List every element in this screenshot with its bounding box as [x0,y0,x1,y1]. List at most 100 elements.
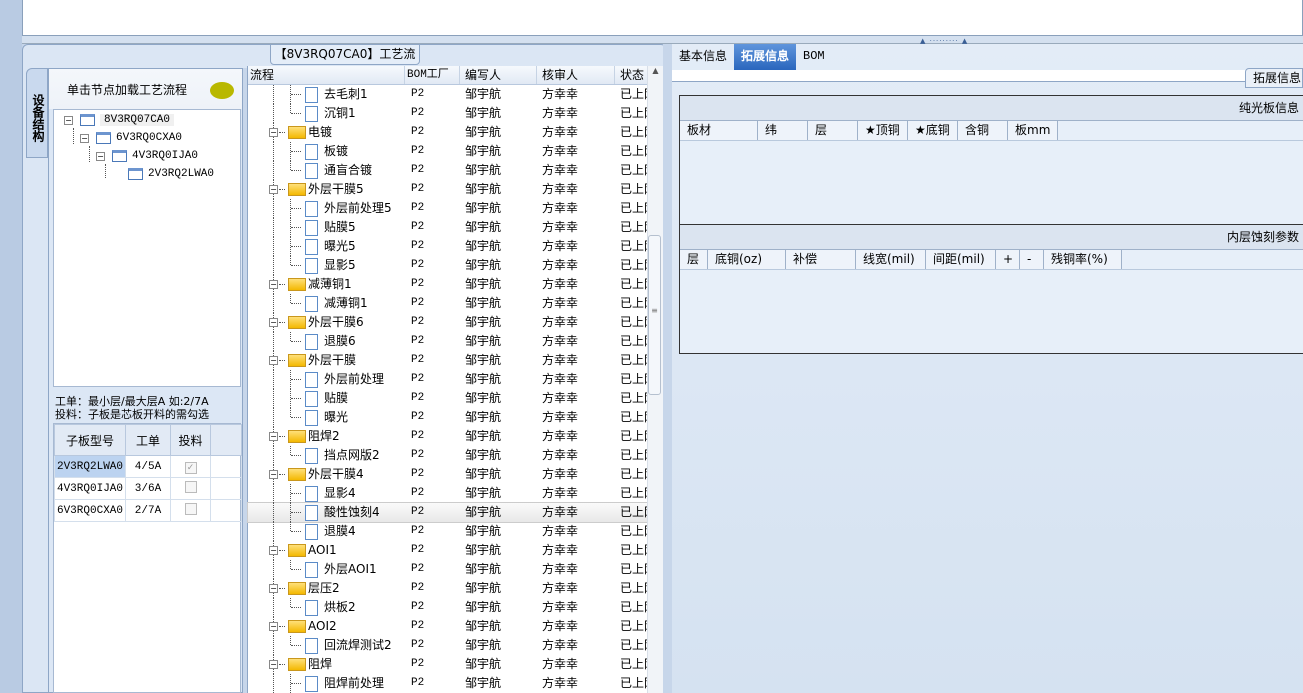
collapse-icon[interactable]: − [269,432,278,441]
bare-board-col-header[interactable]: ★顶铜 [858,121,908,140]
col-header-status[interactable]: 状态 [615,66,649,84]
collapse-icon[interactable]: − [269,470,278,479]
vertical-splitter[interactable] [663,44,672,693]
bare-board-col-header[interactable]: ★底铜 [908,121,958,140]
flow-row[interactable]: 外层AOI1 P2 邹宇航 方幸幸 已上网 [248,560,663,579]
flow-row[interactable]: 退膜4 P2 邹宇航 方幸幸 已上网 [248,522,663,541]
reviewer-cell: 方幸幸 [542,182,579,196]
flow-row[interactable]: 贴膜5 P2 邹宇航 方幸幸 已上网 [248,218,663,237]
status-cell: 已上网 [620,448,649,462]
collapse-icon[interactable]: − [269,185,278,194]
flow-row[interactable]: − 外层干膜5 P2 邹宇航 方幸幸 已上网 [248,180,663,199]
flow-row[interactable]: 板镀 P2 邹宇航 方幸幸 已上网 [248,142,663,161]
flow-row[interactable]: 外层前处理5 P2 邹宇航 方幸幸 已上网 [248,199,663,218]
inner-etch-col-header[interactable]: 残铜率(%) [1044,250,1122,269]
flow-row[interactable]: − 阻焊 P2 邹宇航 方幸幸 已上网 [248,655,663,674]
flow-row[interactable]: 显影4 P2 邹宇航 方幸幸 已上网 [248,484,663,503]
tab-extended-info[interactable]: 拓展信息 [734,44,797,70]
inner-etch-col-header[interactable]: - [1020,250,1044,269]
feed-checkbox[interactable] [184,503,197,515]
tree-node[interactable]: −6V3RQ0CXA0 [80,129,182,147]
reviewer-cell: 方幸幸 [542,410,579,424]
flow-row[interactable]: 去毛刺1 P2 邹宇航 方幸幸 已上网 [248,85,663,104]
tree-node[interactable]: −4V3RQ0IJA0 [96,147,198,165]
flow-row[interactable]: 曝光 P2 邹宇航 方幸幸 已上网 [248,408,663,427]
status-cell: 已上网 [620,201,649,215]
tree-node[interactable]: −8V3RQ07CA0 [64,111,175,129]
flow-row[interactable]: 沉铜1 P2 邹宇航 方幸幸 已上网 [248,104,663,123]
flow-row[interactable]: 回流焊测试2 P2 邹宇航 方幸幸 已上网 [248,636,663,655]
collapse-icon[interactable]: − [269,280,278,289]
writer-cell: 邹宇航 [465,239,502,253]
collapse-icon[interactable]: − [269,356,278,365]
flow-row[interactable]: − 电镀 P2 邹宇航 方幸幸 已上网 [248,123,663,142]
flow-row[interactable]: 酸性蚀刻4 P2 邹宇航 方幸幸 已上网 [247,502,664,523]
inner-etch-col-header[interactable]: 间距(mil) [926,250,996,269]
flow-row[interactable]: − 外层干膜6 P2 邹宇航 方幸幸 已上网 [248,313,663,332]
horizontal-splitter[interactable] [22,36,1303,44]
inner-etch-col-header[interactable]: 补偿 [786,250,856,269]
feed-checkbox[interactable]: ✓ [184,462,197,474]
flow-row[interactable]: − 阻焊2 P2 邹宇航 方幸幸 已上网 [248,427,663,446]
flow-row[interactable]: 烘板2 P2 邹宇航 方幸幸 已上网 [248,598,663,617]
tree-node[interactable]: 2V3RQ2LWA0 [112,165,214,183]
inner-etch-col-header[interactable]: 底铜(oz) [708,250,786,269]
col-header-factory[interactable]: BOM工厂 [405,66,460,84]
flow-tab-title[interactable]: 【8V3RQ07CA0】工艺流程 [270,44,420,80]
flow-row[interactable]: 外层前处理 P2 邹宇航 方幸幸 已上网 [248,370,663,389]
collapse-icon[interactable]: − [269,318,278,327]
collapse-icon[interactable]: − [96,151,105,161]
tab-basic-info[interactable]: 基本信息 [672,44,734,70]
inner-etch-col-header[interactable]: 线宽(mil) [856,250,926,269]
collapse-icon[interactable]: − [269,622,278,631]
flow-step-cell: 外层前处理 [248,370,405,389]
col-header[interactable]: 工单 [125,424,171,456]
extended-info-subtab[interactable]: 拓展信息 [1245,68,1303,88]
factory-cell: P2 [411,506,425,518]
inner-etch-col-header[interactable]: + [996,250,1020,269]
flow-row[interactable]: 减薄铜1 P2 邹宇航 方幸幸 已上网 [248,294,663,313]
bare-board-col-header[interactable]: 含铜 [958,121,1008,140]
flow-row[interactable]: 曝光5 P2 邹宇航 方幸幸 已上网 [248,237,663,256]
scrollbar-thumb[interactable]: ≡ [648,235,661,395]
subboard-row[interactable]: 6V3RQ0CXA0 2/7A [54,499,242,522]
tab-equipment-structure[interactable]: 设备结构 [26,68,48,158]
collapse-icon[interactable]: − [269,584,278,593]
bare-board-col-header[interactable]: 板mm [1008,121,1058,140]
flow-row[interactable]: − 层压2 P2 邹宇航 方幸幸 已上网 [248,579,663,598]
subboard-row[interactable]: 4V3RQ0IJA0 3/6A [54,477,242,500]
writer-cell: 邹宇航 [465,524,502,538]
col-header-reviewer[interactable]: 核审人 [537,66,615,84]
scroll-up-icon[interactable]: ▲ [648,66,663,75]
flow-row[interactable]: − 外层干膜 P2 邹宇航 方幸幸 已上网 [248,351,663,370]
tab-bom[interactable]: BOM [796,44,832,70]
col-header-writer[interactable]: 编写人 [460,66,537,84]
collapse-icon[interactable]: − [80,133,89,143]
flow-row[interactable]: − 减薄铜1 P2 邹宇航 方幸幸 已上网 [248,275,663,294]
flow-row[interactable]: − AOI2 P2 邹宇航 方幸幸 已上网 [248,617,663,636]
collapse-icon[interactable]: − [64,115,73,125]
subboard-row[interactable]: 2V3RQ2LWA0 4/5A ✓ [54,455,242,478]
flow-row[interactable]: − AOI1 P2 邹宇航 方幸幸 已上网 [248,541,663,560]
flow-row[interactable]: 通盲合镀 P2 邹宇航 方幸幸 已上网 [248,161,663,180]
inner-etch-col-header[interactable]: 层 [680,250,708,269]
collapse-icon[interactable]: − [269,128,278,137]
writer-cell: 邹宇航 [465,467,502,481]
bare-board-col-header[interactable]: 层 [808,121,858,140]
flow-row[interactable]: 阻焊前处理 P2 邹宇航 方幸幸 已上网 [248,674,663,693]
status-cell: 已上网 [620,581,649,595]
col-header-flow[interactable]: 流程 [248,66,405,84]
status-cell: 已上网 [620,144,649,158]
bare-board-col-header[interactable]: 纬 [758,121,808,140]
collapse-icon[interactable]: − [269,546,278,555]
collapse-icon[interactable]: − [269,660,278,669]
flow-row[interactable]: − 外层干膜4 P2 邹宇航 方幸幸 已上网 [248,465,663,484]
feed-checkbox[interactable] [184,481,197,493]
col-header[interactable]: 子板型号 [54,424,126,456]
col-header[interactable]: 投料 [170,424,211,456]
bare-board-col-header[interactable]: 板材 [680,121,758,140]
flow-row[interactable]: 挡点网版2 P2 邹宇航 方幸幸 已上网 [248,446,663,465]
flow-row[interactable]: 显影5 P2 邹宇航 方幸幸 已上网 [248,256,663,275]
flow-row[interactable]: 退膜6 P2 邹宇航 方幸幸 已上网 [248,332,663,351]
flow-row[interactable]: 贴膜 P2 邹宇航 方幸幸 已上网 [248,389,663,408]
